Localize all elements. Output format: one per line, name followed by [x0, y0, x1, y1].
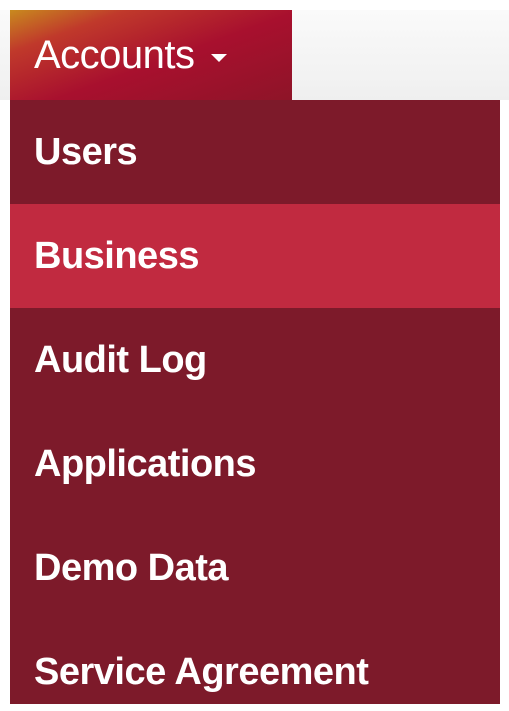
accounts-tab-label: Accounts	[34, 32, 195, 77]
menu-item-service-agreement[interactable]: Service Agreement	[10, 620, 500, 711]
menu-item-label: Users	[34, 130, 138, 173]
menu-item-audit-log[interactable]: Audit Log	[10, 308, 500, 412]
accounts-dropdown-toggle[interactable]: Accounts	[10, 10, 292, 100]
menu-item-applications[interactable]: Applications	[10, 412, 500, 516]
menu-item-label: Service Agreement	[34, 650, 369, 693]
menu-item-label: Audit Log	[34, 338, 207, 381]
accounts-dropdown-menu: Users Business Audit Log Applications De…	[10, 100, 500, 704]
caret-down-icon	[210, 54, 227, 62]
menu-item-label: Business	[34, 234, 199, 277]
menu-item-label: Applications	[34, 442, 257, 485]
screenshot-frame: Accounts Users Business Audit Log Applic…	[0, 0, 509, 711]
menu-item-demo-data[interactable]: Demo Data	[10, 516, 500, 620]
menu-item-label: Demo Data	[34, 546, 229, 589]
menu-item-business[interactable]: Business	[10, 204, 500, 308]
menu-item-users[interactable]: Users	[10, 100, 500, 204]
